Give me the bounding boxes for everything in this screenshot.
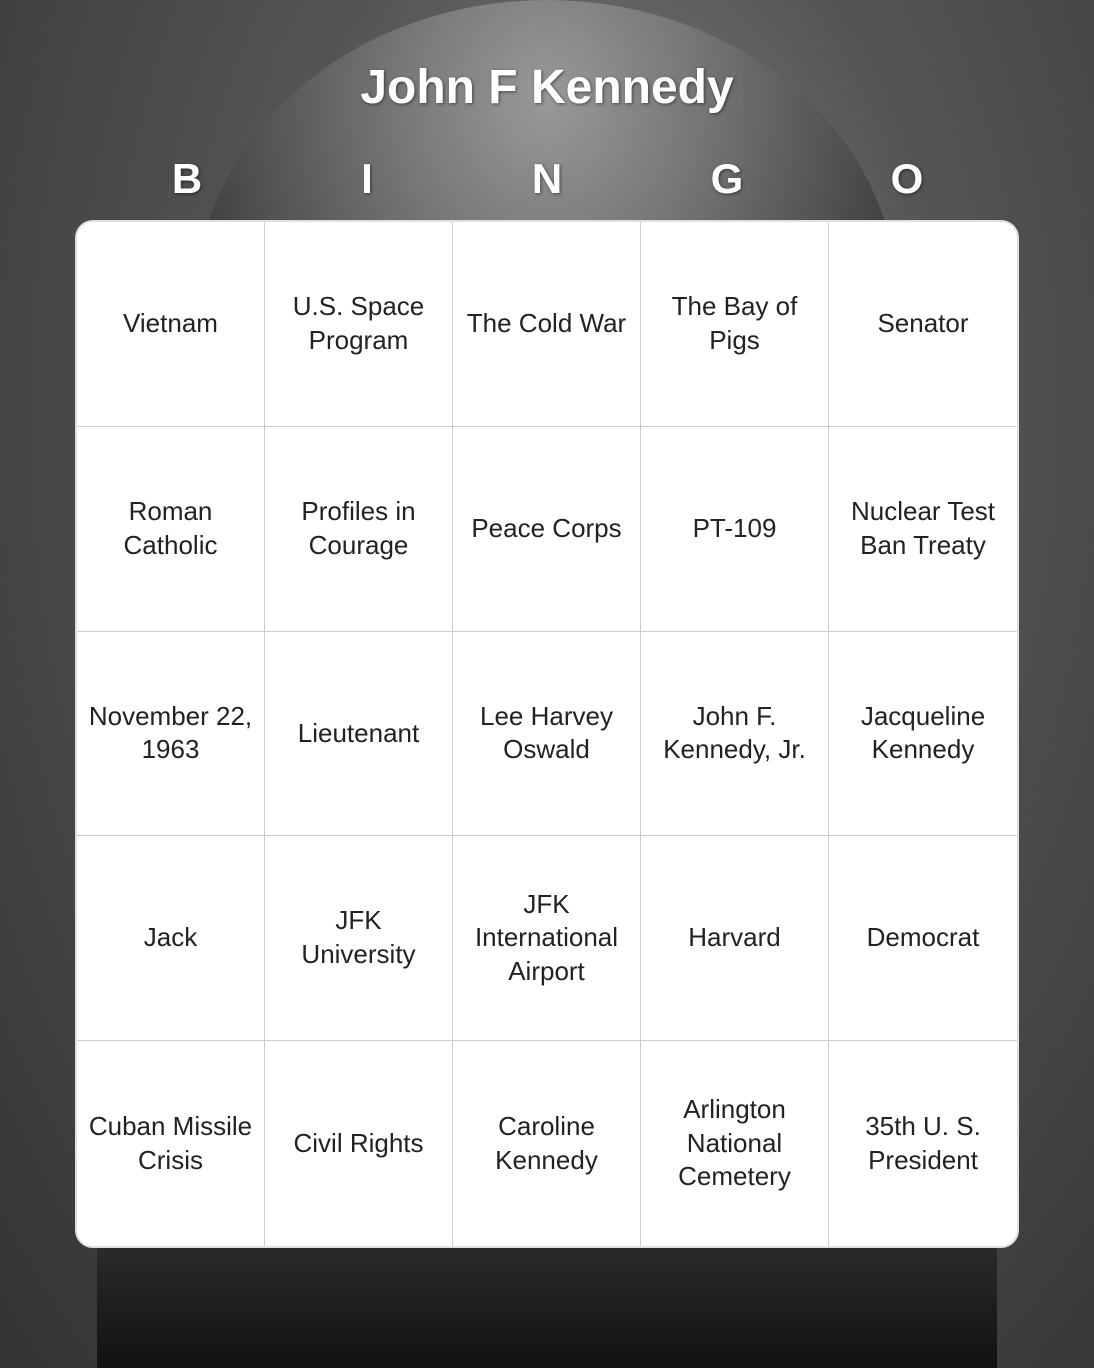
bingo-cell[interactable]: Democrat	[829, 836, 1017, 1041]
bingo-cell[interactable]: Lee Harvey Oswald	[453, 632, 641, 837]
bingo-cell[interactable]: Roman Catholic	[77, 427, 265, 632]
bingo-cell[interactable]: The Cold War	[453, 222, 641, 427]
bingo-letter-n: N	[467, 155, 627, 203]
bingo-cell[interactable]: Arlington National Cemetery	[641, 1041, 829, 1246]
bingo-cell[interactable]: Civil Rights	[265, 1041, 453, 1246]
bingo-cell[interactable]: John F. Kennedy, Jr.	[641, 632, 829, 837]
bingo-cell[interactable]: 35th U. S. President	[829, 1041, 1017, 1246]
bingo-card: VietnamU.S. Space ProgramThe Cold WarThe…	[75, 220, 1019, 1248]
bingo-cell[interactable]: PT-109	[641, 427, 829, 632]
bingo-cell[interactable]: JFK International Airport	[453, 836, 641, 1041]
bingo-cell[interactable]: Jacqueline Kennedy	[829, 632, 1017, 837]
bingo-letter-g: G	[647, 155, 807, 203]
bingo-header: B I N G O	[97, 155, 997, 203]
bingo-cell[interactable]: JFK University	[265, 836, 453, 1041]
bingo-cell[interactable]: Peace Corps	[453, 427, 641, 632]
bingo-letter-i: I	[287, 155, 447, 203]
page-title: John F Kennedy	[0, 60, 1094, 115]
bingo-letter-b: B	[107, 155, 267, 203]
bingo-cell[interactable]: Senator	[829, 222, 1017, 427]
bingo-cell[interactable]: Nuclear Test Ban Treaty	[829, 427, 1017, 632]
bingo-cell[interactable]: Cuban Missile Crisis	[77, 1041, 265, 1246]
bingo-cell[interactable]: Caroline Kennedy	[453, 1041, 641, 1246]
bingo-cell[interactable]: Profiles in Courage	[265, 427, 453, 632]
bingo-cell[interactable]: Lieutenant	[265, 632, 453, 837]
bingo-cell[interactable]: The Bay of Pigs	[641, 222, 829, 427]
bingo-cell[interactable]: Vietnam	[77, 222, 265, 427]
bingo-letter-o: O	[827, 155, 987, 203]
bingo-cell[interactable]: Jack	[77, 836, 265, 1041]
bingo-cell[interactable]: Harvard	[641, 836, 829, 1041]
bingo-cell[interactable]: November 22, 1963	[77, 632, 265, 837]
bingo-cell[interactable]: U.S. Space Program	[265, 222, 453, 427]
